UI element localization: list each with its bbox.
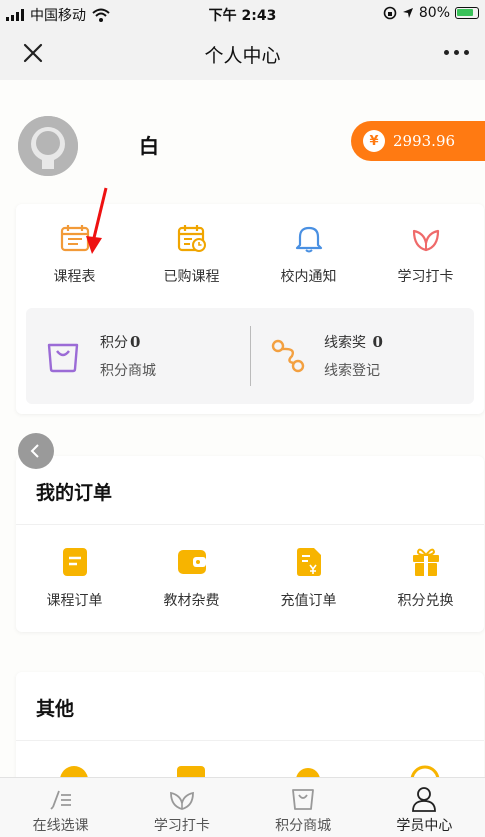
annotation-arrow-icon xyxy=(86,187,108,254)
points-mall-label: 积分商城 xyxy=(100,363,156,379)
other-icon-1[interactable] xyxy=(59,762,89,777)
menu-school-notice[interactable]: 校内通知 xyxy=(250,204,367,286)
shopping-bag-icon xyxy=(47,343,79,373)
tab-checkin-label: 学习打卡 xyxy=(153,818,210,834)
order-icon xyxy=(62,548,87,576)
orders-title: 我的订单 xyxy=(36,482,113,504)
username: 白 xyxy=(139,134,159,158)
points-exchange-label: 积分兑换 xyxy=(397,593,454,609)
status-bar: 中国移动 下午 2:43 80% xyxy=(0,0,485,28)
person-icon xyxy=(412,787,437,812)
bag-icon xyxy=(292,789,315,810)
main-content: 白 ¥ 2993.96 课程表 已购课程 校内通知 学习打卡 积分 0 积分商城… xyxy=(0,80,485,777)
tab-checkin[interactable]: 学习打卡 xyxy=(121,778,242,837)
avatar-icon xyxy=(18,116,78,176)
tab-online-courses-label: 在线选课 xyxy=(32,818,89,834)
page-title: 个人中心 xyxy=(204,45,281,67)
material-fees[interactable]: 教材杂费 xyxy=(133,546,250,610)
points-label: 积分 xyxy=(100,335,128,351)
calendar-clock-icon xyxy=(177,225,206,252)
tab-online-courses[interactable]: 在线选课 xyxy=(0,778,121,837)
points-exchange[interactable]: 积分兑换 xyxy=(367,546,484,610)
divider xyxy=(16,524,484,525)
orders-card: 我的订单 课程订单 教材杂费 充值订单 积分兑换 xyxy=(16,456,484,632)
menu-notice-label: 校内通知 xyxy=(280,269,337,285)
coin-icon: ¥ xyxy=(363,130,385,152)
menu-purchased-courses[interactable]: 已购课程 xyxy=(133,204,250,286)
clue-register-label: 线索登记 xyxy=(324,363,380,379)
pen-list-icon xyxy=(49,790,71,810)
menu-schedule-label: 课程表 xyxy=(53,269,96,285)
menu-purchased-label: 已购课程 xyxy=(163,269,220,285)
leaf-icon xyxy=(169,791,194,810)
clue-entry[interactable]: 线索奖 0 线索登记 xyxy=(250,308,474,404)
other-icon-4[interactable] xyxy=(410,762,440,777)
tab-student-center[interactable]: 学员中心 xyxy=(364,778,485,837)
orders-menu: 课程订单 教材杂费 充值订单 积分兑换 xyxy=(16,546,484,610)
menu-schedule[interactable]: 课程表 xyxy=(16,204,133,286)
clue-value: 0 xyxy=(372,333,383,351)
balance-button[interactable]: ¥ 2993.96 xyxy=(351,121,485,161)
location-icon xyxy=(402,8,413,18)
route-icon xyxy=(271,339,305,373)
other-icon-2[interactable] xyxy=(176,762,206,777)
recharge-orders-label: 充值订单 xyxy=(280,593,337,609)
back-button[interactable] xyxy=(18,433,54,469)
avatar[interactable] xyxy=(18,116,78,176)
wallet-icon xyxy=(177,550,206,574)
other-card: 其他 xyxy=(16,672,484,777)
clue-label: 线索奖 xyxy=(324,335,366,351)
tab-points-mall[interactable]: 积分商城 xyxy=(243,778,364,837)
lock-rotation-icon xyxy=(383,6,397,20)
clue-line: 线索奖 0 xyxy=(324,332,383,352)
points-mall-entry[interactable]: 积分 0 积分商城 xyxy=(26,308,250,404)
bell-icon xyxy=(295,226,322,253)
points-box: 积分 0 积分商城 线索奖 0 线索登记 xyxy=(26,308,474,404)
leaf-icon xyxy=(412,229,439,252)
other-icon-3[interactable] xyxy=(293,762,323,777)
tab-student-center-label: 学员中心 xyxy=(396,818,453,834)
menu-checkin-label: 学习打卡 xyxy=(397,269,454,285)
tab-bar: 在线选课 学习打卡 积分商城 学员中心 xyxy=(0,777,485,837)
material-fees-label: 教材杂费 xyxy=(163,593,220,609)
divider xyxy=(16,740,484,741)
balance-value: 2993.96 xyxy=(393,132,456,150)
other-title: 其他 xyxy=(36,698,75,720)
battery-icon xyxy=(455,7,479,19)
course-orders-label: 课程订单 xyxy=(46,593,103,609)
more-icon[interactable] xyxy=(444,50,469,55)
points-value: 0 xyxy=(130,333,141,351)
status-right: 80% xyxy=(383,5,479,21)
recharge-orders[interactable]: 充值订单 xyxy=(250,546,367,610)
tab-points-mall-label: 积分商城 xyxy=(275,818,332,834)
menu-checkin[interactable]: 学习打卡 xyxy=(367,204,484,286)
gift-icon xyxy=(412,548,439,576)
chevron-left-icon xyxy=(30,444,39,458)
recharge-icon xyxy=(296,548,321,576)
points-line: 积分 0 xyxy=(100,332,140,352)
course-orders[interactable]: 课程订单 xyxy=(16,546,133,610)
battery-percent: 80% xyxy=(418,5,450,21)
nav-bar: 个人中心 xyxy=(0,28,485,80)
